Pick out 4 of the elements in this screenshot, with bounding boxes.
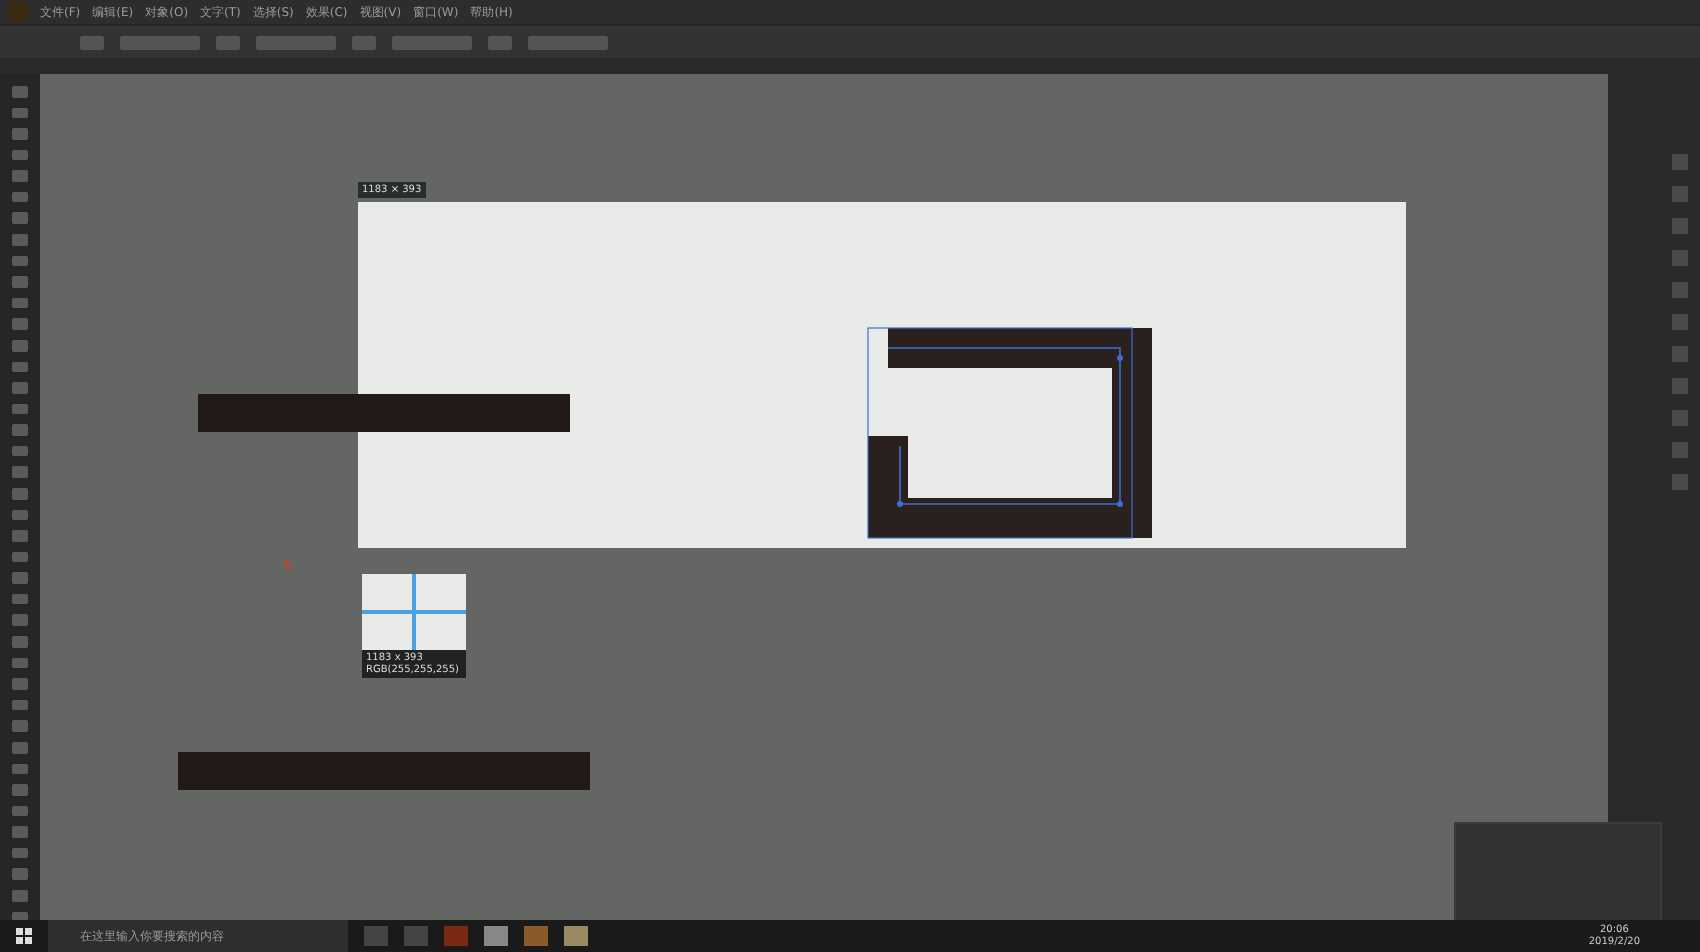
cursor-icon <box>284 560 292 568</box>
windows-icon[interactable] <box>16 928 32 944</box>
preview-thumbnail <box>362 574 466 650</box>
folder-icon[interactable] <box>564 926 588 946</box>
